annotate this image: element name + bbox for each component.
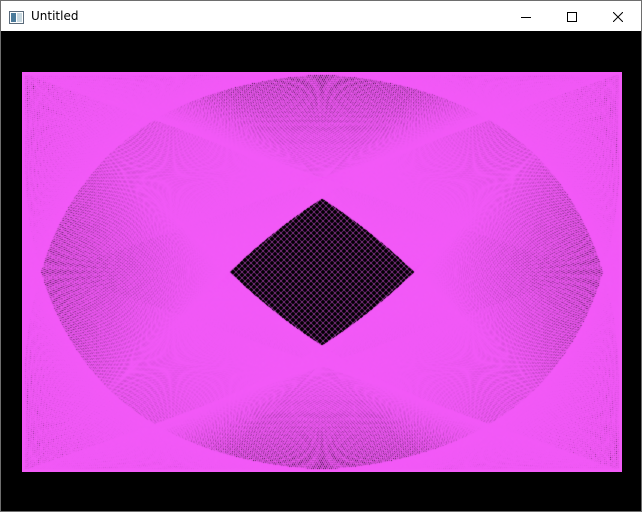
title-bar[interactable]: Untitled: [1, 1, 641, 31]
client-area[interactable]: [1, 31, 641, 511]
maximize-button[interactable]: [549, 1, 595, 31]
app-window: Untitled: [0, 0, 642, 512]
minimize-button[interactable]: [503, 1, 549, 31]
close-icon: [612, 7, 624, 26]
close-button[interactable]: [595, 1, 641, 31]
window-title: Untitled: [31, 9, 79, 23]
app-window-icon: [9, 9, 24, 24]
minimize-icon: [521, 7, 531, 26]
moire-line-pattern: [22, 72, 622, 472]
maximize-icon: [567, 7, 577, 26]
